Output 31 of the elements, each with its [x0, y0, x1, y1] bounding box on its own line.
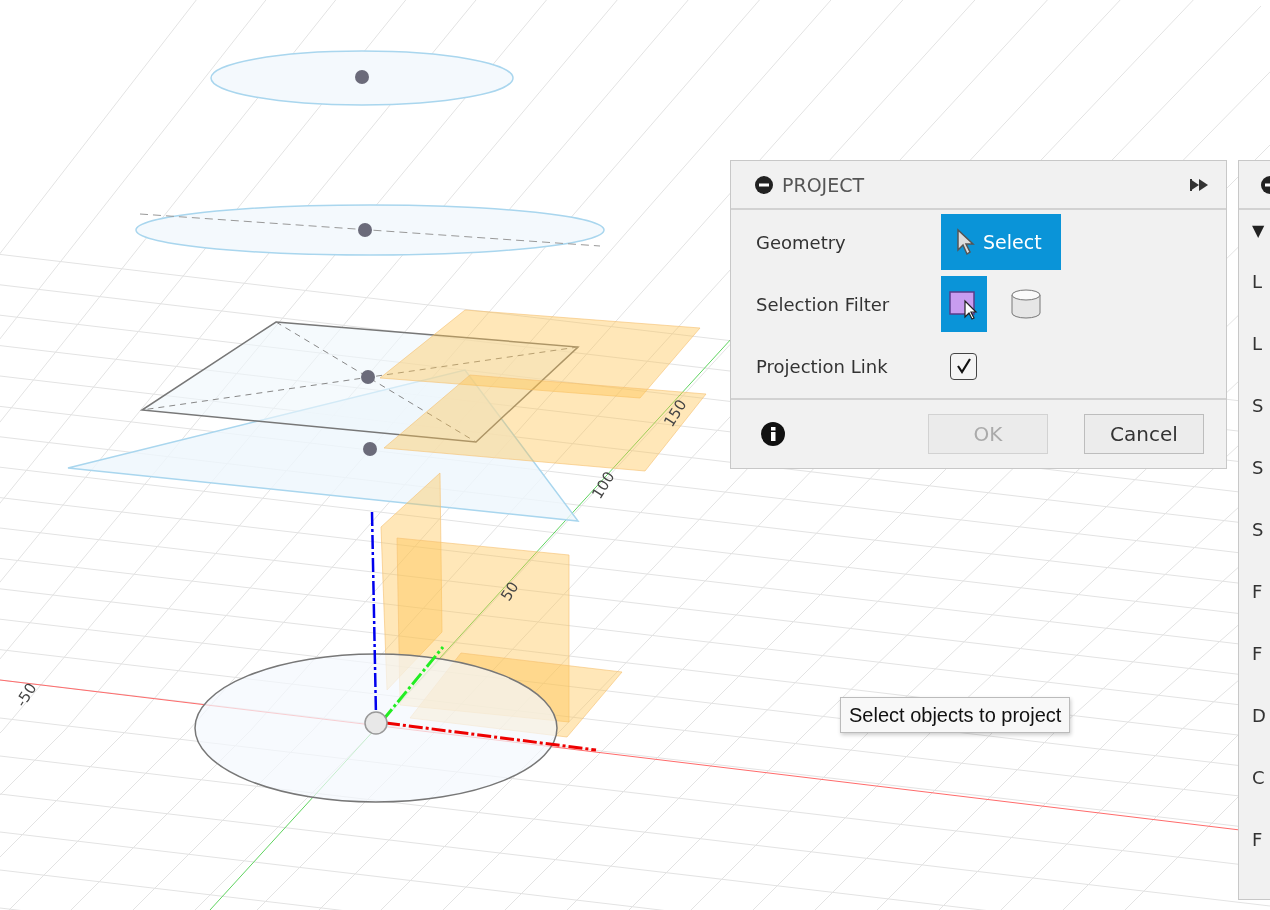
center-point — [363, 442, 377, 456]
panel-item-label: C — [1252, 766, 1265, 788]
filter-button[interactable] — [941, 276, 987, 332]
cursor-icon — [955, 228, 977, 256]
info-icon[interactable] — [761, 422, 785, 446]
panel-item-label: F — [1252, 580, 1263, 602]
panel-item-label: S — [1252, 394, 1264, 416]
origin-point — [364, 711, 388, 735]
panel-item-label: L — [1252, 332, 1263, 354]
panel-item-label: L — [1252, 270, 1263, 292]
panel-item-label: D — [1252, 704, 1266, 726]
expand-icon[interactable] — [1190, 178, 1210, 191]
panel-item-label: F — [1252, 828, 1263, 850]
field-label: Geometry — [756, 231, 847, 253]
checkbox[interactable] — [950, 352, 977, 380]
axis-label: -50 — [12, 679, 41, 711]
caret-icon: ▼ — [1252, 220, 1265, 240]
tooltip: Select objects to project — [840, 697, 1071, 733]
axis-label: 50 — [497, 578, 523, 605]
panel-item-label: S — [1252, 518, 1264, 540]
field-label: Projection Link — [756, 355, 889, 377]
panel-item-label: F — [1252, 642, 1263, 664]
dialog-button[interactable]: Cancel — [1084, 414, 1204, 454]
cylinder-icon — [1009, 287, 1043, 321]
center-point — [361, 370, 375, 384]
panel-item-label: S — [1252, 456, 1264, 478]
dialog-title: PROJECT — [782, 173, 866, 196]
center-point — [355, 70, 369, 84]
field-label: Selection Filter — [756, 293, 891, 315]
center-point — [358, 223, 372, 237]
collapse-icon[interactable] — [755, 175, 773, 194]
